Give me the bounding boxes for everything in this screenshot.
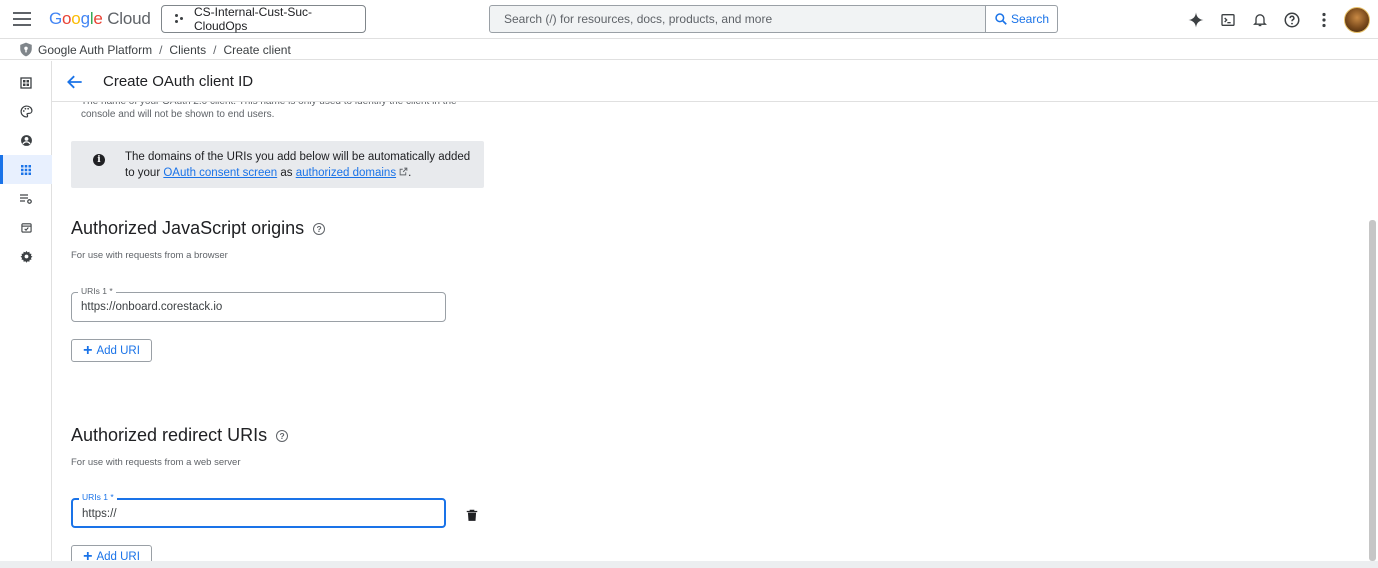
data-access-icon — [20, 193, 32, 204]
info-banner-text: The domains of the URIs you add below wi… — [125, 149, 475, 181]
authorized-domains-link-label: authorized domains — [295, 167, 397, 179]
gemini-icon[interactable] — [1180, 4, 1212, 36]
delete-icon[interactable] — [465, 507, 479, 523]
redirect-uri-input[interactable] — [82, 505, 422, 523]
project-name: CS-Internal-Cust-Suc-CloudOps — [193, 5, 313, 33]
side-navigation — [0, 61, 52, 561]
js-origins-section-title: Authorized JavaScript origins ? — [71, 218, 326, 239]
overview-icon — [20, 76, 32, 89]
scrollbar[interactable] — [1367, 102, 1378, 561]
breadcrumb-separator: / — [159, 42, 163, 57]
add-js-origin-uri-button[interactable]: + Add URI — [71, 339, 152, 362]
js-origins-heading: Authorized JavaScript origins — [71, 218, 305, 238]
oauth-consent-screen-link[interactable]: OAuth consent screen — [163, 167, 277, 179]
js-origin-uri-label: URIs 1 * — [78, 286, 116, 296]
breadcrumb-item-auth-platform[interactable]: Google Auth Platform — [38, 43, 152, 57]
authorized-domains-link[interactable]: authorized domains — [296, 167, 396, 179]
search-button-label: Search — [1010, 12, 1050, 26]
main-menu-button[interactable] — [13, 12, 31, 26]
page-header: Create OAuth client ID — [52, 61, 1378, 102]
verification-icon — [20, 223, 32, 233]
sidebar-item-branding[interactable] — [0, 97, 52, 126]
sidebar-item-data-access[interactable] — [0, 184, 52, 213]
redirect-uris-heading: Authorized redirect URIs — [71, 425, 268, 445]
plus-icon: + — [83, 341, 93, 359]
branding-icon — [20, 105, 33, 118]
sidebar-item-settings[interactable] — [0, 242, 52, 271]
breadcrumb-item-clients[interactable]: Clients — [169, 43, 206, 57]
top-app-bar: Google Cloud CS-Internal-Cust-Suc-CloudO… — [0, 0, 1378, 39]
client-name-helper-text: The name of your OAuth 2.0 client. This … — [81, 102, 457, 120]
add-uri-label: Add URI — [96, 344, 140, 357]
redirect-uri-field: URIs 1 * — [71, 492, 446, 528]
bottom-strip — [0, 561, 1378, 568]
info-banner: i The domains of the URIs you add below … — [71, 141, 484, 188]
info-icon: i — [93, 154, 105, 166]
sidebar-item-clients[interactable] — [0, 155, 52, 184]
project-icon — [175, 14, 185, 24]
plus-icon: + — [83, 547, 93, 561]
main-content: The name of your OAuth 2.0 client. This … — [52, 102, 1367, 561]
project-picker-button[interactable]: CS-Internal-Cust-Suc-CloudOps — [161, 5, 366, 33]
help-icon[interactable] — [1276, 4, 1308, 36]
google-cloud-logo[interactable]: Google Cloud — [49, 9, 151, 29]
audience-icon — [20, 135, 32, 146]
help-icon[interactable]: ? — [276, 429, 289, 442]
breadcrumb-separator: / — [213, 42, 217, 57]
redirect-uris-subtitle: For use with requests from a web server — [71, 457, 241, 468]
search-button[interactable]: Search — [985, 6, 1057, 32]
back-arrow-icon[interactable] — [65, 72, 85, 92]
search-icon — [995, 13, 1007, 25]
js-origin-uri-field: URIs 1 * — [71, 286, 446, 322]
breadcrumb: Google Auth Platform / Clients / Create … — [0, 40, 1378, 60]
settings-icon — [20, 250, 32, 263]
notifications-icon[interactable] — [1244, 4, 1276, 36]
external-link-icon — [399, 167, 408, 176]
redirect-uri-label: URIs 1 * — [79, 492, 117, 502]
more-vert-icon[interactable] — [1308, 4, 1340, 36]
logo-google-text: Google — [49, 9, 103, 28]
search-input[interactable] — [490, 6, 985, 32]
page-title: Create OAuth client ID — [103, 73, 254, 90]
sidebar-item-audience[interactable] — [0, 126, 52, 155]
sidebar-item-overview[interactable] — [0, 68, 52, 97]
info-text-part: . — [408, 167, 412, 179]
add-redirect-uri-button[interactable]: + Add URI — [71, 545, 152, 561]
help-icon[interactable]: ? — [313, 222, 326, 235]
add-uri-label: Add URI — [96, 550, 140, 562]
auth-platform-shield-icon — [20, 42, 32, 57]
js-origin-uri-input[interactable] — [81, 298, 421, 316]
js-origins-subtitle: For use with requests from a browser — [71, 250, 228, 261]
redirect-uris-section-title: Authorized redirect URIs ? — [71, 425, 289, 446]
cloud-shell-icon[interactable] — [1212, 4, 1244, 36]
logo-cloud-text: Cloud — [107, 9, 151, 28]
header-actions — [1180, 0, 1378, 39]
breadcrumb-item-create-client: Create client — [223, 42, 291, 57]
clients-icon — [21, 164, 31, 175]
avatar[interactable] — [1344, 6, 1370, 33]
sidebar-item-verification[interactable] — [0, 213, 52, 242]
scrollbar-thumb[interactable] — [1369, 220, 1376, 561]
search-bar: Search — [489, 5, 1058, 33]
info-text-part: as — [277, 167, 296, 179]
